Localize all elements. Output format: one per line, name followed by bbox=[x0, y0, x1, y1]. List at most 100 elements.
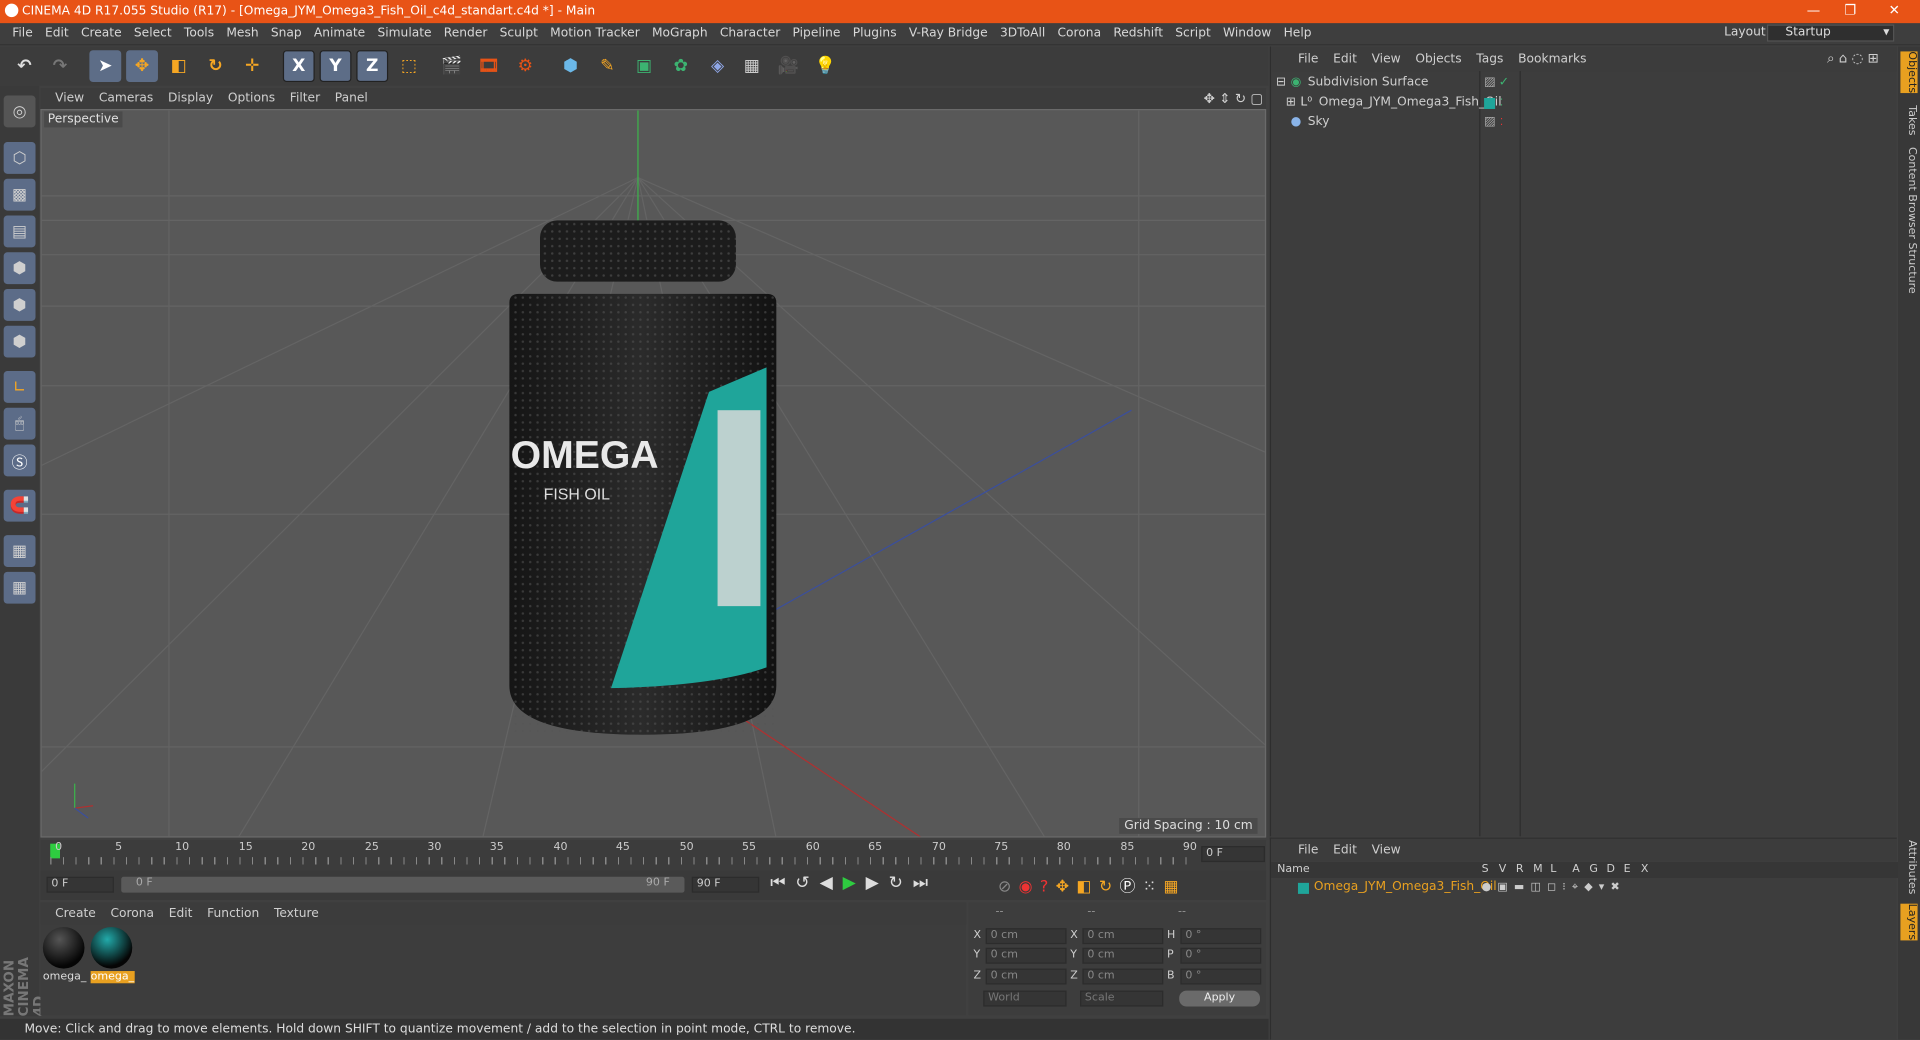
render-view-icon[interactable]: 🎬 bbox=[436, 50, 468, 82]
menu-3dtoall[interactable]: 3DToAll bbox=[1000, 27, 1045, 40]
size-z-field[interactable]: 0 cm bbox=[1082, 968, 1164, 985]
spline-pen-icon[interactable]: ✎ bbox=[591, 50, 623, 82]
material-thumb[interactable]: omega_ bbox=[42, 926, 87, 986]
world-coordinates-icon[interactable]: ⬚ bbox=[393, 50, 425, 82]
material-menu-texture[interactable]: Texture bbox=[274, 907, 319, 920]
menu-window[interactable]: Window bbox=[1223, 27, 1271, 40]
menu-plugins[interactable]: Plugins bbox=[853, 27, 897, 40]
points-mode-icon[interactable]: ⬢ bbox=[3, 252, 36, 285]
subdivision-surface-icon[interactable]: ▣ bbox=[628, 50, 660, 82]
size-x-field[interactable]: 0 cm bbox=[1082, 928, 1164, 945]
visibility-toggle-icon[interactable]: ▨ bbox=[1484, 73, 1496, 93]
menu-select[interactable]: Select bbox=[134, 27, 172, 40]
z-axis-lock-button[interactable]: Z bbox=[356, 50, 389, 83]
rotation-h-field[interactable]: 0 ° bbox=[1180, 928, 1262, 945]
render-picture-viewer-icon[interactable]: 🎞 bbox=[473, 50, 505, 82]
menu-file[interactable]: File bbox=[12, 27, 32, 40]
layer-menu-view[interactable]: View bbox=[1372, 843, 1401, 856]
viewport-menu-filter[interactable]: Filter bbox=[290, 92, 320, 105]
object-menu-tags[interactable]: Tags bbox=[1476, 52, 1503, 65]
minimize-button[interactable]: — bbox=[1795, 0, 1832, 23]
workplane-rotate-icon[interactable]: ▦ bbox=[3, 571, 36, 604]
menu-snap[interactable]: Snap bbox=[271, 27, 302, 40]
tweak-mode-icon[interactable]: 🖱 bbox=[3, 407, 36, 440]
object-row-sky[interactable]: ● Sky ▨ ⁚ bbox=[1271, 113, 1898, 133]
position-y-field[interactable]: 0 cm bbox=[985, 947, 1067, 964]
select-tool-icon[interactable]: ➤ bbox=[89, 50, 122, 83]
cloner-icon[interactable]: ✿ bbox=[665, 50, 697, 82]
menu-edit[interactable]: Edit bbox=[45, 27, 69, 40]
menu-motion-tracker[interactable]: Motion Tracker bbox=[550, 27, 640, 40]
move-tool-icon[interactable]: ✥ bbox=[126, 50, 158, 83]
object-menu-view[interactable]: View bbox=[1372, 52, 1401, 65]
layer-col-e[interactable]: E bbox=[1624, 863, 1631, 875]
frame-range-slider[interactable]: 0 F 90 F bbox=[121, 876, 685, 893]
menu-help[interactable]: Help bbox=[1284, 27, 1312, 40]
layer-col-r[interactable]: R bbox=[1516, 863, 1524, 875]
close-button[interactable]: ✕ bbox=[1876, 0, 1913, 23]
visibility-dots-icon[interactable]: ⁚ bbox=[1500, 93, 1503, 113]
render-settings-icon[interactable]: ⚙ bbox=[509, 50, 541, 82]
camera-icon[interactable]: 🎥 bbox=[773, 50, 805, 82]
object-search-icons[interactable]: ⌕ ⌂ ◌ ⊞ bbox=[1827, 50, 1879, 67]
workplane-lock-icon[interactable]: ▦ bbox=[3, 535, 36, 567]
expand-icon[interactable]: ⊞ bbox=[1286, 93, 1296, 113]
layer-col-x[interactable]: X bbox=[1641, 863, 1649, 875]
layer-col-v[interactable]: V bbox=[1499, 863, 1507, 875]
tab-structure[interactable]: Structure bbox=[1900, 242, 1917, 293]
viewport-menu-display[interactable]: Display bbox=[168, 92, 213, 105]
material-tag-icon[interactable] bbox=[1484, 97, 1496, 109]
x-axis-lock-button[interactable]: X bbox=[282, 50, 315, 83]
viewport-menu-view[interactable]: View bbox=[55, 92, 84, 105]
menu-corona[interactable]: Corona bbox=[1058, 27, 1102, 40]
keyframe-buttons[interactable]: ⊘◉?✥◧↻Ⓟ⁙▦ bbox=[998, 873, 1186, 896]
model-mode-icon[interactable]: ⬡ bbox=[3, 142, 36, 174]
tab-attributes[interactable]: Attributes bbox=[1900, 840, 1917, 894]
material-thumb-selected[interactable]: omega_ bbox=[90, 926, 135, 986]
rotation-b-field[interactable]: 0 ° bbox=[1180, 968, 1262, 985]
layer-menu-file[interactable]: File bbox=[1298, 843, 1318, 856]
enabled-check-icon[interactable]: ✓ bbox=[1499, 73, 1509, 93]
transport-buttons[interactable]: ⏮↺◀▶▶↻⏭ bbox=[770, 873, 938, 893]
layer-toggle-icons[interactable]: ●▣▬◫◻⁝⌖◆▾✖ bbox=[1482, 878, 1626, 898]
layer-col-m[interactable]: M bbox=[1533, 863, 1543, 875]
menu-render[interactable]: Render bbox=[444, 27, 488, 40]
y-axis-lock-button[interactable]: Y bbox=[319, 50, 352, 83]
viewport-menu-options[interactable]: Options bbox=[228, 92, 275, 105]
texture-mode-icon[interactable]: ▩ bbox=[3, 178, 36, 211]
tab-content-browser[interactable]: Content Browser bbox=[1900, 147, 1917, 239]
tab-objects[interactable]: Objects bbox=[1900, 51, 1918, 94]
layer-col-l[interactable]: L bbox=[1550, 863, 1556, 875]
material-menu-corona[interactable]: Corona bbox=[110, 907, 154, 920]
undo-icon[interactable]: ↶ bbox=[9, 50, 41, 82]
deformer-icon[interactable]: ◈ bbox=[702, 50, 734, 82]
polygons-mode-icon[interactable]: ⬢ bbox=[3, 325, 36, 358]
light-icon[interactable]: 💡 bbox=[809, 50, 841, 82]
object-menu-objects[interactable]: Objects bbox=[1415, 52, 1461, 65]
workplane-mode-icon[interactable]: ▤ bbox=[3, 215, 36, 248]
floor-icon[interactable]: ▦ bbox=[736, 50, 768, 82]
menu-animate[interactable]: Animate bbox=[314, 27, 365, 40]
layer-col-g[interactable]: G bbox=[1589, 863, 1598, 875]
rotation-p-field[interactable]: 0 ° bbox=[1180, 947, 1262, 964]
material-menu-edit[interactable]: Edit bbox=[169, 907, 193, 920]
timeline-ruler[interactable]: 0 5 10 15 20 25 30 35 40 45 50 55 60 65 … bbox=[40, 840, 1267, 871]
apply-button[interactable]: Apply bbox=[1179, 990, 1261, 1007]
transform-tool-icon[interactable]: ✛ bbox=[236, 50, 268, 82]
position-z-field[interactable]: 0 cm bbox=[985, 968, 1067, 985]
layer-color-swatch[interactable] bbox=[1297, 882, 1309, 894]
menu-tools[interactable]: Tools bbox=[184, 27, 214, 40]
object-menu-bookmarks[interactable]: Bookmarks bbox=[1518, 52, 1586, 65]
cube-primitive-icon[interactable]: ⬢ bbox=[555, 50, 587, 82]
menu-mesh[interactable]: Mesh bbox=[226, 27, 258, 40]
current-frame-field[interactable]: 0 F bbox=[1201, 846, 1265, 863]
end-frame-field[interactable]: 90 F bbox=[691, 876, 760, 893]
visibility-toggle-icon[interactable]: ▨ bbox=[1484, 113, 1496, 133]
visibility-dots-icon[interactable]: ⁚ bbox=[1500, 113, 1503, 133]
snap-magnet-icon[interactable]: 🧲 bbox=[3, 489, 36, 522]
menu-sculpt[interactable]: Sculpt bbox=[500, 27, 538, 40]
position-x-field[interactable]: 0 cm bbox=[985, 928, 1067, 945]
perspective-viewport[interactable]: OMEGA FISH OIL Perspective Grid Spacing … bbox=[40, 108, 1267, 838]
menu-pipeline[interactable]: Pipeline bbox=[793, 27, 841, 40]
layer-col-d[interactable]: D bbox=[1607, 863, 1615, 875]
